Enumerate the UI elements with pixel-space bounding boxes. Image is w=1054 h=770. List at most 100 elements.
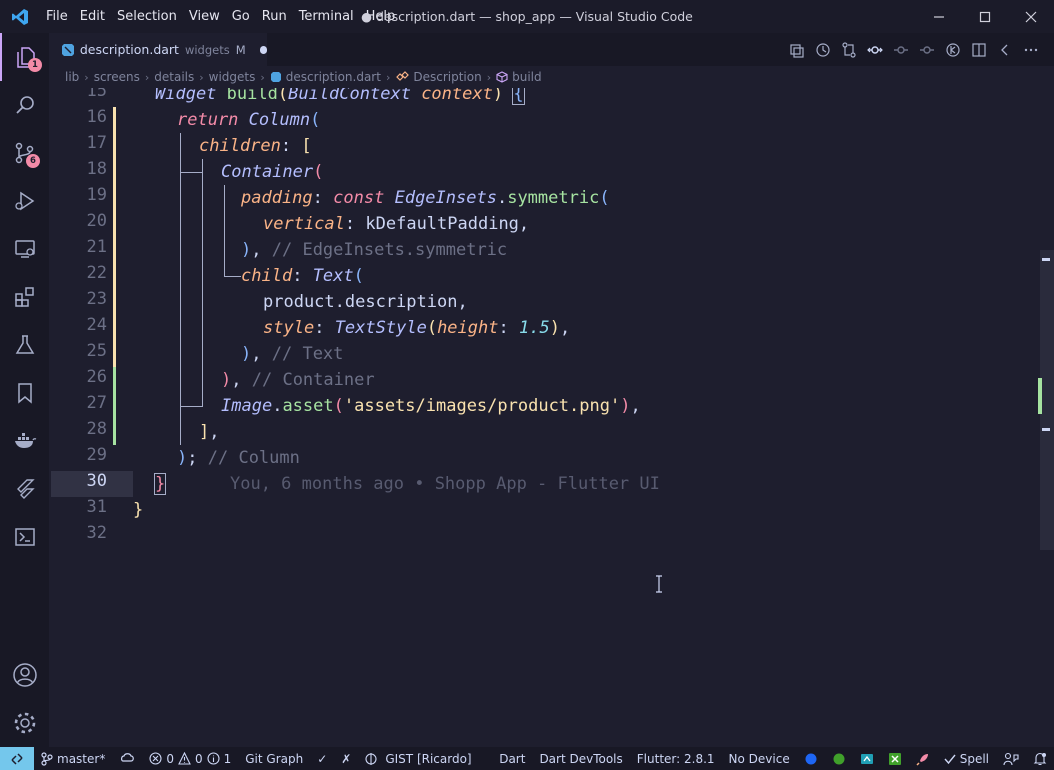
breadcrumb-class[interactable]: Description — [395, 70, 482, 84]
breadcrumb-file[interactable]: description.dart — [270, 70, 381, 84]
branch-item[interactable]: master* — [34, 747, 112, 770]
explorer-badge: 1 — [28, 58, 42, 72]
maximize-button[interactable] — [962, 0, 1008, 33]
device-selector[interactable]: No Device — [722, 747, 797, 770]
close-icon — [1025, 11, 1037, 22]
gist-icon — [365, 752, 377, 766]
gist-item[interactable]: GIST [Ricardo] — [358, 747, 478, 770]
activity-remote-explorer[interactable] — [0, 225, 49, 273]
extensions-icon — [14, 287, 34, 307]
breadcrumb-method[interactable]: build — [496, 70, 542, 84]
git-graph-button[interactable]: Git Graph — [238, 747, 310, 770]
minimize-icon — [934, 15, 944, 18]
git-modified-indicator[interactable] — [113, 107, 116, 367]
breadcrumb-lib[interactable]: lib — [65, 70, 79, 84]
window-controls — [916, 0, 1054, 33]
activity-docker[interactable] — [0, 417, 49, 465]
menu-selection[interactable]: Selection — [111, 0, 183, 33]
menu-terminal[interactable]: Terminal — [293, 0, 360, 33]
activity-source-control[interactable]: 6 — [0, 129, 49, 177]
breadcrumb-details[interactable]: details — [154, 70, 194, 84]
ellipsis-icon — [1024, 48, 1038, 51]
menu-file[interactable]: File — [40, 0, 74, 33]
line-number: 25 — [86, 341, 107, 361]
git-added-indicator[interactable] — [113, 367, 116, 445]
problems-item[interactable]: 0 0 1 — [142, 747, 238, 770]
status-ext-2[interactable] — [825, 747, 853, 770]
check-button[interactable]: ✓ — [310, 747, 334, 770]
split-editor-button[interactable] — [966, 37, 992, 63]
commit-icon — [894, 45, 908, 54]
chevron-right-icon: › — [260, 70, 265, 84]
remote-indicator[interactable] — [0, 747, 34, 770]
menu-run[interactable]: Run — [256, 0, 293, 33]
activity-extensions[interactable] — [0, 273, 49, 321]
vscode-logo-icon — [0, 0, 40, 33]
activity-settings[interactable] — [0, 699, 49, 747]
timeline-button[interactable] — [810, 37, 836, 63]
activity-run-debug[interactable] — [0, 177, 49, 225]
previous-commit-button[interactable] — [888, 37, 914, 63]
line-number: 19 — [86, 185, 107, 205]
tab-bar: description.dart widgets M — [49, 33, 1054, 66]
close-button[interactable] — [1008, 0, 1054, 33]
next-commit-button[interactable] — [914, 37, 940, 63]
open-changes-button[interactable] — [784, 37, 810, 63]
gitlens-icon — [946, 42, 960, 57]
cross-button[interactable]: ✗ — [334, 747, 358, 770]
language-mode-button[interactable]: Dart — [492, 747, 532, 770]
status-ext-5[interactable] — [909, 747, 937, 770]
activity-accounts[interactable] — [0, 651, 49, 699]
tab-description-dart[interactable]: description.dart widgets M — [49, 33, 267, 66]
line-number: 28 — [86, 419, 107, 439]
vertical-scrollbar[interactable] — [1040, 250, 1054, 550]
status-ext-4[interactable] — [881, 747, 909, 770]
remote-explorer-icon — [14, 240, 35, 258]
activity-flutter[interactable] — [0, 465, 49, 513]
line-number: 18 — [86, 159, 107, 179]
menu-edit[interactable]: Edit — [74, 0, 111, 33]
menu-bar: File Edit Selection View Go Run Terminal… — [40, 0, 401, 33]
current-line-number: 30 — [86, 471, 107, 491]
line-number: 22 — [86, 263, 107, 283]
code-editor[interactable]: 15 16 17 18 19 20 21 22 23 24 25 26 27 2… — [49, 88, 1054, 747]
spell-check-button[interactable]: Spell — [937, 747, 996, 770]
activity-bookmarks[interactable] — [0, 369, 49, 417]
more-actions-button[interactable] — [1018, 37, 1044, 63]
breadcrumb-screens[interactable]: screens — [94, 70, 140, 84]
breadcrumb-file-label: description.dart — [285, 70, 381, 84]
sync-button[interactable] — [112, 747, 142, 770]
dart-devtools-button[interactable]: Dart DevTools — [532, 747, 629, 770]
class-symbol-icon — [395, 71, 410, 83]
gear-icon — [14, 712, 35, 734]
activity-search[interactable] — [0, 81, 49, 129]
indent-guide — [180, 406, 202, 407]
notifications-button[interactable] — [1026, 747, 1054, 770]
go-back-button[interactable] — [992, 37, 1018, 63]
breadcrumb-widgets[interactable]: widgets — [209, 70, 256, 84]
compare-icon — [790, 43, 804, 58]
gitlens-button[interactable] — [940, 37, 966, 63]
line-number: 27 — [86, 393, 107, 413]
git-compare-button[interactable] — [836, 37, 862, 63]
git-commit-button[interactable] — [862, 37, 888, 63]
activity-powershell[interactable] — [0, 513, 49, 561]
blue-circle-icon — [805, 753, 817, 764]
unsaved-dot-icon[interactable] — [259, 45, 267, 54]
line-number: 32 — [86, 523, 107, 543]
status-ext-3[interactable] — [853, 747, 881, 770]
feedback-button[interactable] — [996, 747, 1026, 770]
error-icon — [149, 752, 162, 765]
activity-explorer[interactable]: 1 — [0, 33, 49, 81]
activity-testing[interactable] — [0, 321, 49, 369]
excel-icon — [888, 752, 901, 765]
minimize-button[interactable] — [916, 0, 962, 33]
menu-help[interactable]: Help — [360, 0, 402, 33]
flask-icon — [15, 335, 34, 354]
menu-go[interactable]: Go — [226, 0, 256, 33]
status-ext-1[interactable] — [797, 747, 825, 770]
menu-view[interactable]: View — [183, 0, 226, 33]
indent-guide — [180, 172, 202, 173]
line-number: 26 — [86, 367, 107, 387]
flutter-version-item[interactable]: Flutter: 2.8.1 — [630, 747, 722, 770]
